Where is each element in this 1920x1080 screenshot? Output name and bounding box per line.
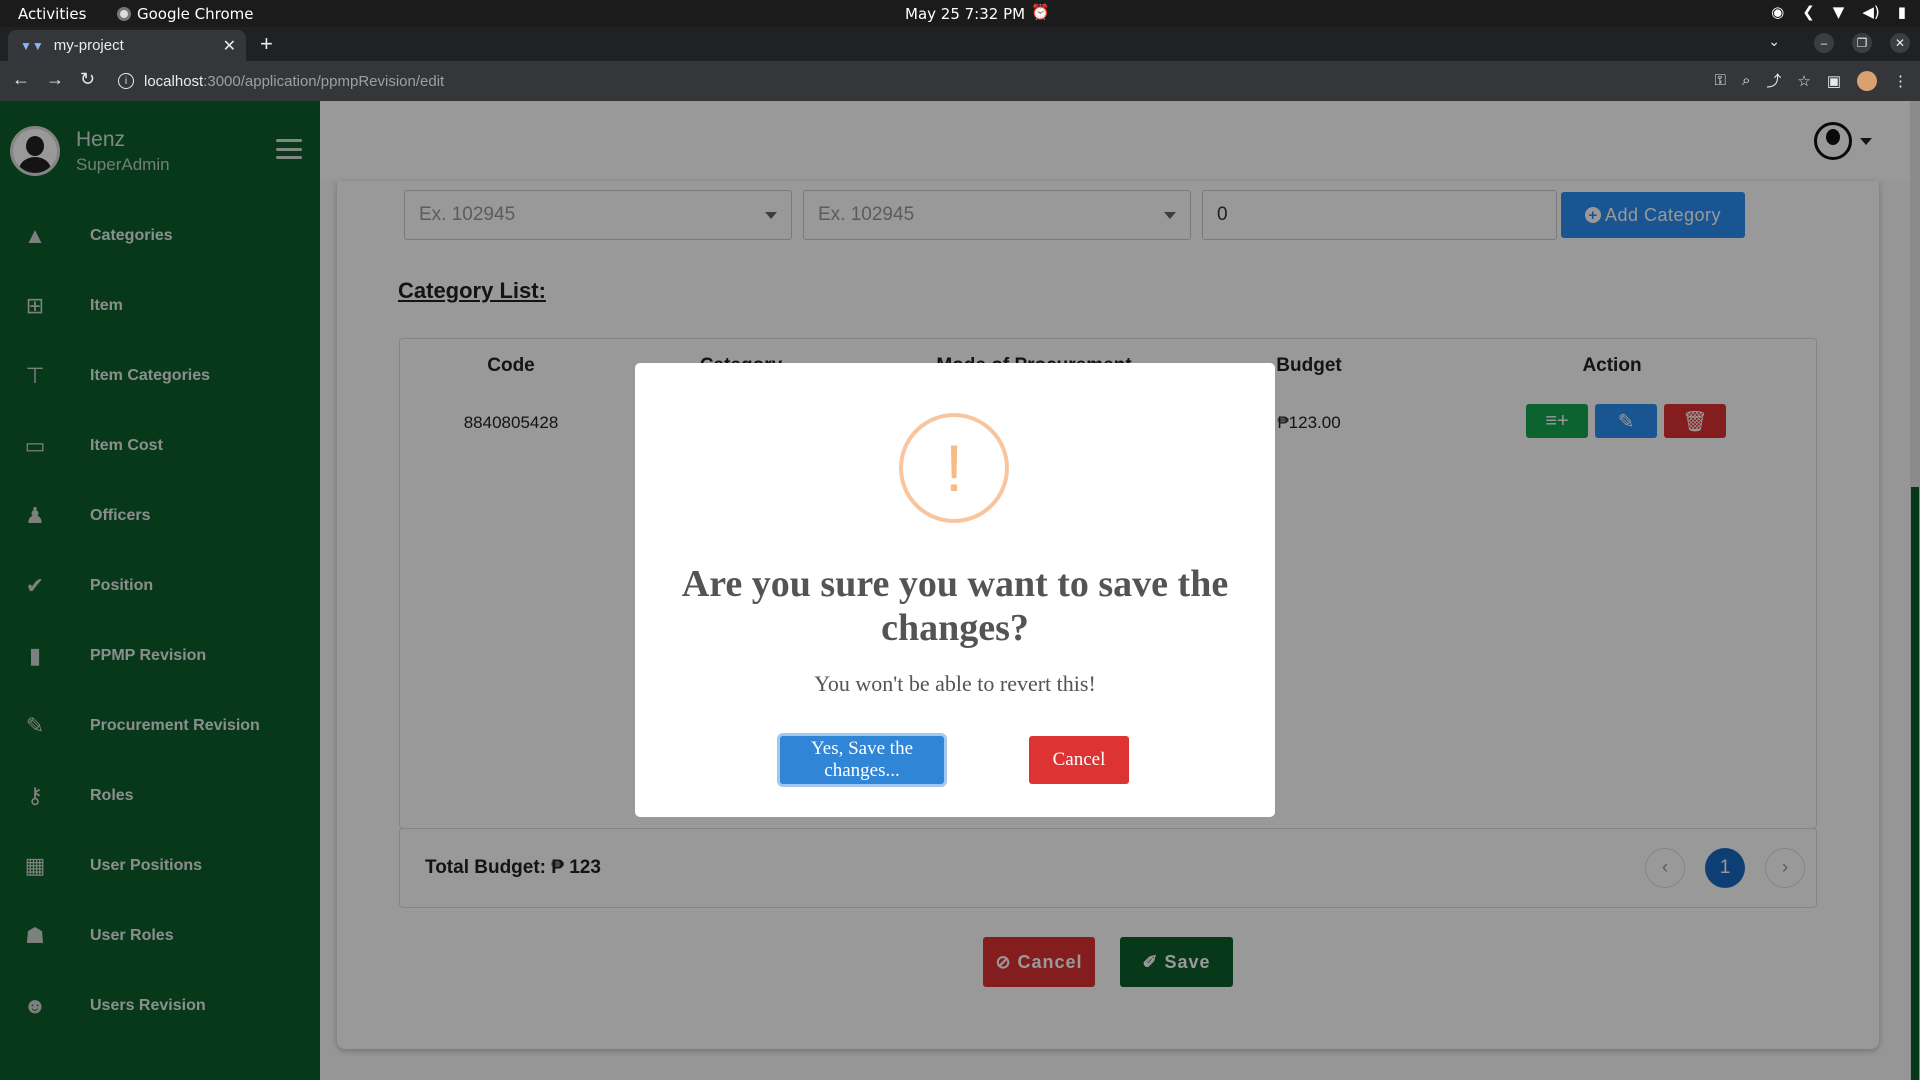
volume-icon[interactable]: ◀)	[1862, 3, 1879, 21]
confirm-dialog: ! Are you sure you want to save the chan…	[635, 363, 1275, 817]
new-tab-button[interactable]: +	[260, 31, 273, 57]
dialog-title: Are you sure you want to save the change…	[681, 563, 1229, 649]
app-menu[interactable]: Google Chrome	[117, 5, 254, 23]
reload-icon[interactable]: ↻	[80, 69, 95, 90]
alarm-icon: ⏰	[1031, 3, 1050, 21]
address-bar[interactable]: i localhost:3000/application/ppmpRevisio…	[108, 66, 1668, 96]
minimize-button[interactable]: –	[1814, 33, 1834, 53]
zoom-icon[interactable]: ⌕	[1742, 72, 1750, 89]
tab-strip: ▼▼ my-project ✕ + ⌄ – ❐ ✕	[0, 27, 1920, 61]
system-tray[interactable]: ◉ ❮ ▼ ◀) ▮	[1771, 3, 1906, 21]
browser-toolbar: ← → ↻ i localhost:3000/application/ppmpR…	[0, 61, 1920, 101]
activities-button[interactable]: Activities	[18, 5, 86, 23]
bookmark-star-icon[interactable]: ☆	[1797, 72, 1810, 90]
discord-icon[interactable]: ◉	[1771, 3, 1784, 21]
clock[interactable]: May 25 7:32 PM	[905, 5, 1025, 23]
warning-icon: !	[899, 413, 1009, 523]
dialog-cancel-button[interactable]: Cancel	[1029, 736, 1129, 784]
forward-icon[interactable]: →	[46, 69, 64, 90]
tab-title: my-project	[53, 37, 124, 54]
url-host: localhost	[144, 72, 204, 90]
tab-search-icon[interactable]: ⌄	[1768, 33, 1780, 50]
share-icon[interactable]: ⤴	[1766, 70, 1781, 91]
browser-tab[interactable]: ▼▼ my-project ✕	[8, 30, 246, 61]
restore-button[interactable]: ❐	[1852, 33, 1872, 53]
chrome-icon	[117, 7, 131, 21]
key-icon[interactable]: ⚿	[1715, 72, 1726, 89]
wifi-icon[interactable]: ▼	[1833, 3, 1845, 21]
vue-favicon-icon: ▼▼	[20, 38, 44, 53]
close-tab-icon[interactable]: ✕	[223, 36, 236, 56]
os-top-bar: Activities Google Chrome May 25 7:32 PM …	[0, 0, 1920, 27]
url-path: :3000/application/ppmpRevision/edit	[203, 72, 445, 90]
back-icon[interactable]: ←	[12, 69, 30, 90]
close-window-button[interactable]: ✕	[1890, 33, 1910, 53]
dialog-text: You won't be able to revert this!	[814, 671, 1096, 696]
confirm-save-button[interactable]: Yes, Save the changes...	[780, 736, 944, 784]
app-name: Google Chrome	[137, 5, 254, 23]
chrome-menu-icon[interactable]: ⋮	[1893, 72, 1908, 90]
profile-avatar[interactable]	[1857, 70, 1877, 91]
site-info-icon[interactable]: i	[118, 73, 134, 89]
battery-icon[interactable]: ▮	[1898, 3, 1906, 21]
chevron-left-icon[interactable]: ❮	[1802, 3, 1815, 21]
side-panel-icon[interactable]: ▣	[1827, 72, 1841, 90]
